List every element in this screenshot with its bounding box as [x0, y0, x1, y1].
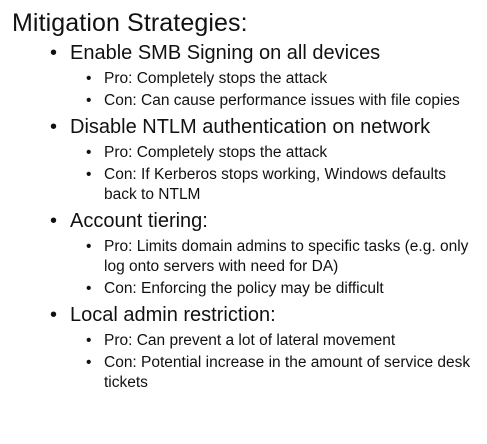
strategy-item: • Local admin restriction: • Pro: Can pr…	[12, 302, 477, 393]
point-list: • Pro: Completely stops the attack • Con…	[70, 69, 477, 111]
point-item: • Pro: Completely stops the attack	[70, 69, 477, 89]
bullet-icon: •	[50, 210, 58, 232]
point-text: Con: Can cause performance issues with f…	[104, 92, 460, 109]
bullet-icon: •	[86, 144, 92, 161]
strategy-list: • Enable SMB Signing on all devices • Pr…	[12, 40, 477, 393]
point-item: • Pro: Can prevent a lot of lateral move…	[70, 331, 477, 351]
point-text: Con: Enforcing the policy may be difficu…	[104, 280, 384, 297]
point-text: Pro: Completely stops the attack	[104, 70, 328, 87]
bullet-icon: •	[86, 70, 92, 87]
strategy-label: Account tiering:	[70, 210, 208, 232]
strategy-label: Disable NTLM authentication on network	[70, 116, 431, 138]
bullet-icon: •	[86, 238, 92, 255]
point-list: • Pro: Can prevent a lot of lateral move…	[70, 331, 477, 393]
point-item: • Con: Potential increase in the amount …	[70, 353, 477, 393]
point-list: • Pro: Completely stops the attack • Con…	[70, 143, 477, 205]
bullet-icon: •	[50, 304, 58, 326]
slide: Mitigation Strategies: • Enable SMB Sign…	[0, 0, 487, 444]
point-item: • Con: If Kerberos stops working, Window…	[70, 165, 477, 205]
strategy-item: • Account tiering: • Pro: Limits domain …	[12, 208, 477, 299]
point-text: Con: Potential increase in the amount of…	[104, 354, 471, 391]
point-text: Con: If Kerberos stops working, Windows …	[104, 166, 447, 203]
bullet-icon: •	[50, 42, 58, 64]
bullet-icon: •	[86, 280, 92, 297]
point-item: • Pro: Limits domain admins to specific …	[70, 237, 477, 277]
slide-title: Mitigation Strategies:	[12, 9, 248, 37]
strategy-item: • Enable SMB Signing on all devices • Pr…	[12, 40, 477, 111]
bullet-icon: •	[86, 166, 92, 183]
bullet-icon: •	[86, 92, 92, 109]
point-item: • Con: Can cause performance issues with…	[70, 91, 477, 111]
point-item: • Con: Enforcing the policy may be diffi…	[70, 279, 477, 299]
bullet-icon: •	[86, 354, 92, 371]
strategy-label: Enable SMB Signing on all devices	[70, 42, 381, 64]
bullet-icon: •	[86, 332, 92, 349]
bullet-icon: •	[50, 116, 58, 138]
point-item: • Pro: Completely stops the attack	[70, 143, 477, 163]
strategy-item: • Disable NTLM authentication on network…	[12, 114, 477, 205]
point-text: Pro: Limits domain admins to specific ta…	[104, 238, 469, 275]
point-list: • Pro: Limits domain admins to specific …	[70, 237, 477, 299]
point-text: Pro: Can prevent a lot of lateral moveme…	[104, 332, 396, 349]
strategy-label: Local admin restriction:	[70, 304, 276, 326]
point-text: Pro: Completely stops the attack	[104, 144, 328, 161]
